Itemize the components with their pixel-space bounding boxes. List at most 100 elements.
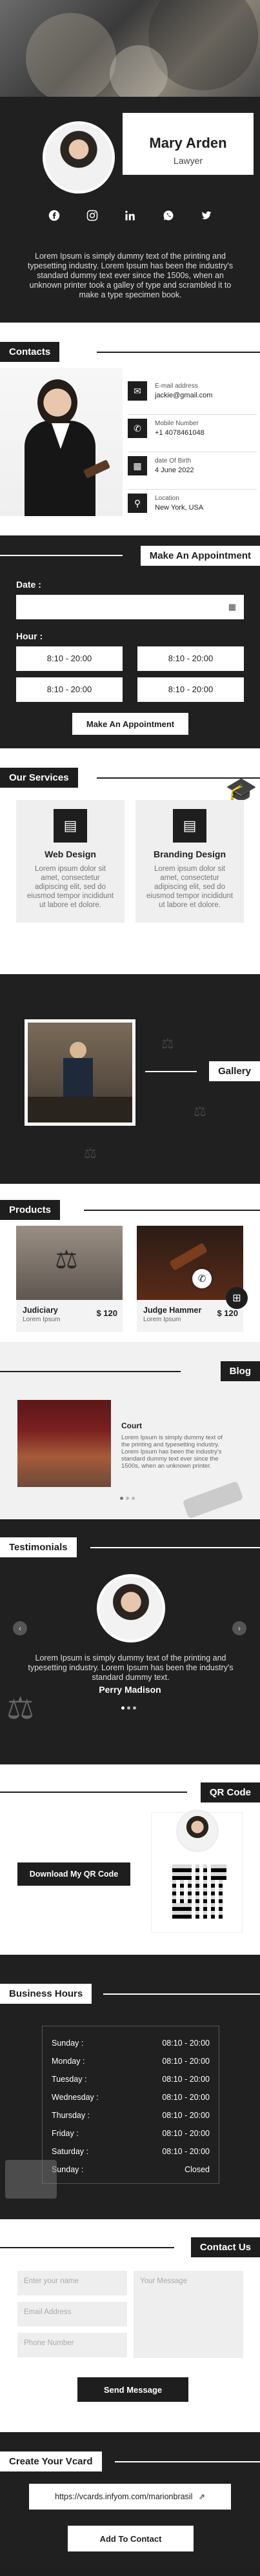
gavel-decoration — [182, 1481, 244, 1519]
qr-card — [152, 1810, 242, 1932]
divider — [0, 1792, 187, 1793]
divider — [103, 1993, 260, 1995]
products-heading: Products — [0, 1200, 61, 1220]
blog-excerpt: Lorem Ipsum is simply dummy text of the … — [121, 1434, 223, 1470]
blog-image[interactable] — [17, 1400, 111, 1487]
calendar-icon: ▦ — [228, 602, 236, 612]
scale-icon: ⚖ — [194, 1103, 206, 1119]
time-slot[interactable]: 8:10 - 20:00 — [137, 646, 244, 671]
testimonial-text: Lorem Ipsum is simply dummy text of the … — [28, 1653, 234, 1682]
product-card[interactable]: ⚖ Judiciary Lorem Ipsum $ 120 — [16, 1226, 123, 1332]
hours-row: Saturday :08:10 - 20:00 — [52, 2147, 210, 2156]
contact-phone[interactable]: ✆ Mobile Number +1 4078461048 — [128, 415, 257, 452]
phone-input[interactable]: Phone Number — [17, 2333, 127, 2357]
external-link-icon[interactable]: ⇗ — [199, 2484, 205, 2510]
hours-row: Tuesday :08:10 - 20:00 — [52, 2075, 210, 2084]
qr-avatar — [176, 1810, 219, 1852]
time-slot[interactable]: 8:10 - 20:00 — [137, 677, 244, 702]
blog-title[interactable]: Court — [121, 1421, 142, 1430]
hours-row: Wednesday :08:10 - 20:00 — [52, 2093, 210, 2102]
product-card[interactable]: Judge Hammer Lorem Ipsum $ 120 — [137, 1226, 243, 1332]
testimonial-carousel-dots[interactable] — [121, 1706, 136, 1710]
divider — [0, 555, 123, 556]
contacts-heading: Contacts — [0, 342, 60, 362]
profile-job-title: Lawyer — [173, 155, 203, 166]
blog-section: Blog Court Lorem Ipsum is simply dummy t… — [0, 1342, 260, 1519]
add-to-contact-button[interactable]: Add To Contact — [68, 2526, 194, 2551]
testimonial-author: Perry Madison — [99, 1684, 161, 1695]
phone-icon: ✆ — [128, 419, 147, 438]
profile-bio: Lorem Ipsum is simply dummy text of the … — [27, 252, 234, 299]
lawyer-photo — [0, 368, 123, 516]
twitter-icon[interactable] — [199, 208, 214, 223]
location-icon: ⚲ — [128, 494, 147, 513]
hours-row: Sunday :08:10 - 20:00 — [52, 2039, 210, 2048]
download-qr-button[interactable]: Download My QR Code — [17, 1862, 130, 1886]
product-desc: Lorem Ipsum — [143, 1316, 181, 1323]
hours-row: Monday :08:10 - 20:00 — [52, 2057, 210, 2066]
divider — [0, 2247, 174, 2248]
scale-icon: ⚖ — [161, 1035, 174, 1052]
vcard-page: Mary Arden Lawyer Lorem Ipsum is simply … — [0, 0, 260, 2568]
product-price: $ 120 — [217, 1308, 238, 1318]
menu-grid-icon[interactable]: ⊞ — [226, 1287, 248, 1309]
name-input[interactable]: Enter your name — [17, 2271, 127, 2295]
web-design-icon: ▤ — [54, 809, 87, 843]
facebook-icon[interactable] — [47, 208, 61, 223]
linkedin-icon[interactable] — [123, 208, 137, 223]
hours-box — [42, 2026, 219, 2184]
products-section: Products ⚖ Judiciary Lorem Ipsum $ 120 J… — [0, 1184, 260, 1342]
hours-heading: Business Hours — [0, 1984, 92, 2004]
service-card[interactable]: ▤ Web Design Lorem ipsum dolor sit amet,… — [16, 800, 125, 923]
testimonials-heading: Testimonials — [0, 1537, 77, 1557]
chevron-right-icon[interactable]: › — [232, 1621, 246, 1635]
product-image: ⚖ — [16, 1226, 123, 1300]
create-vcard-section: Create Your Vcard https://vcards.infyom.… — [0, 2432, 260, 2568]
make-appointment-button[interactable]: Make An Appointment — [72, 713, 188, 735]
testimonials-section: Testimonials ‹ › Lorem Ipsum is simply d… — [0, 1519, 260, 1764]
time-slot[interactable]: 8:10 - 20:00 — [16, 677, 123, 702]
branding-design-icon: ▤ — [173, 809, 206, 843]
instagram-icon[interactable] — [85, 208, 99, 223]
contact-us-heading: Contact Us — [190, 2237, 260, 2257]
message-textarea[interactable]: Your Message — [134, 2271, 243, 2358]
service-description: Lorem ipsum dolor sit amet, consectetur … — [146, 865, 234, 909]
hours-row: Friday :08:10 - 20:00 — [52, 2129, 210, 2138]
service-title: Web Design — [45, 849, 96, 859]
contact-us-section: Contact Us Enter your name Your Message … — [0, 2219, 260, 2432]
hero-banner-image — [0, 0, 260, 97]
date-input[interactable]: ▦ — [16, 595, 244, 619]
profile-name: Mary Arden — [149, 135, 227, 151]
product-price: $ 120 — [96, 1308, 117, 1318]
product-desc: Lorem Ipsum — [23, 1316, 61, 1323]
product-name: Judge Hammer — [143, 1306, 202, 1315]
contact-email[interactable]: ✉ E-mail address jackie@gmail.com — [128, 377, 257, 415]
qr-code-section: QR Code Download My QR Code — [0, 1764, 260, 1955]
divider — [90, 1547, 260, 1548]
date-label: Date : — [16, 579, 41, 590]
qr-heading: QR Code — [200, 1782, 260, 1802]
blog-carousel-dots[interactable] — [120, 1497, 135, 1500]
mail-icon: ✉ — [128, 381, 147, 401]
social-links — [0, 208, 260, 223]
testimonial-avatar — [97, 1574, 165, 1642]
divider — [84, 1210, 260, 1211]
service-card[interactable]: ▤ Branding Design Lorem ipsum dolor sit … — [135, 800, 244, 923]
gallery-image[interactable] — [25, 1019, 135, 1126]
chevron-left-icon[interactable]: ‹ — [13, 1621, 27, 1635]
email-input[interactable]: Email Address — [17, 2302, 127, 2326]
contact-list: ✉ E-mail address jackie@gmail.com ✆ Mobil… — [128, 377, 257, 527]
time-slot[interactable]: 8:10 - 20:00 — [16, 646, 123, 671]
whatsapp-float-icon[interactable]: ✆ — [192, 1269, 212, 1288]
hero-section: Mary Arden Lawyer Lorem Ipsum is simply … — [0, 0, 260, 323]
product-name: Judiciary — [23, 1306, 58, 1315]
whatsapp-icon[interactable] — [161, 208, 175, 223]
qr-code-image — [172, 1864, 226, 1919]
send-message-button[interactable]: Send Message — [77, 2377, 188, 2402]
calendar-icon: ▦ — [128, 456, 147, 475]
vcard-link[interactable]: https://vcards.infyom.com/marionbrasil ⇗ — [29, 2484, 231, 2510]
gallery-section: Gallery ⚖ ⚖ ⚖ — [0, 974, 260, 1184]
contact-location: ⚲ Location New York, USA — [128, 490, 257, 527]
appointment-heading: Make An Appointment — [140, 546, 260, 566]
divider — [97, 352, 260, 353]
